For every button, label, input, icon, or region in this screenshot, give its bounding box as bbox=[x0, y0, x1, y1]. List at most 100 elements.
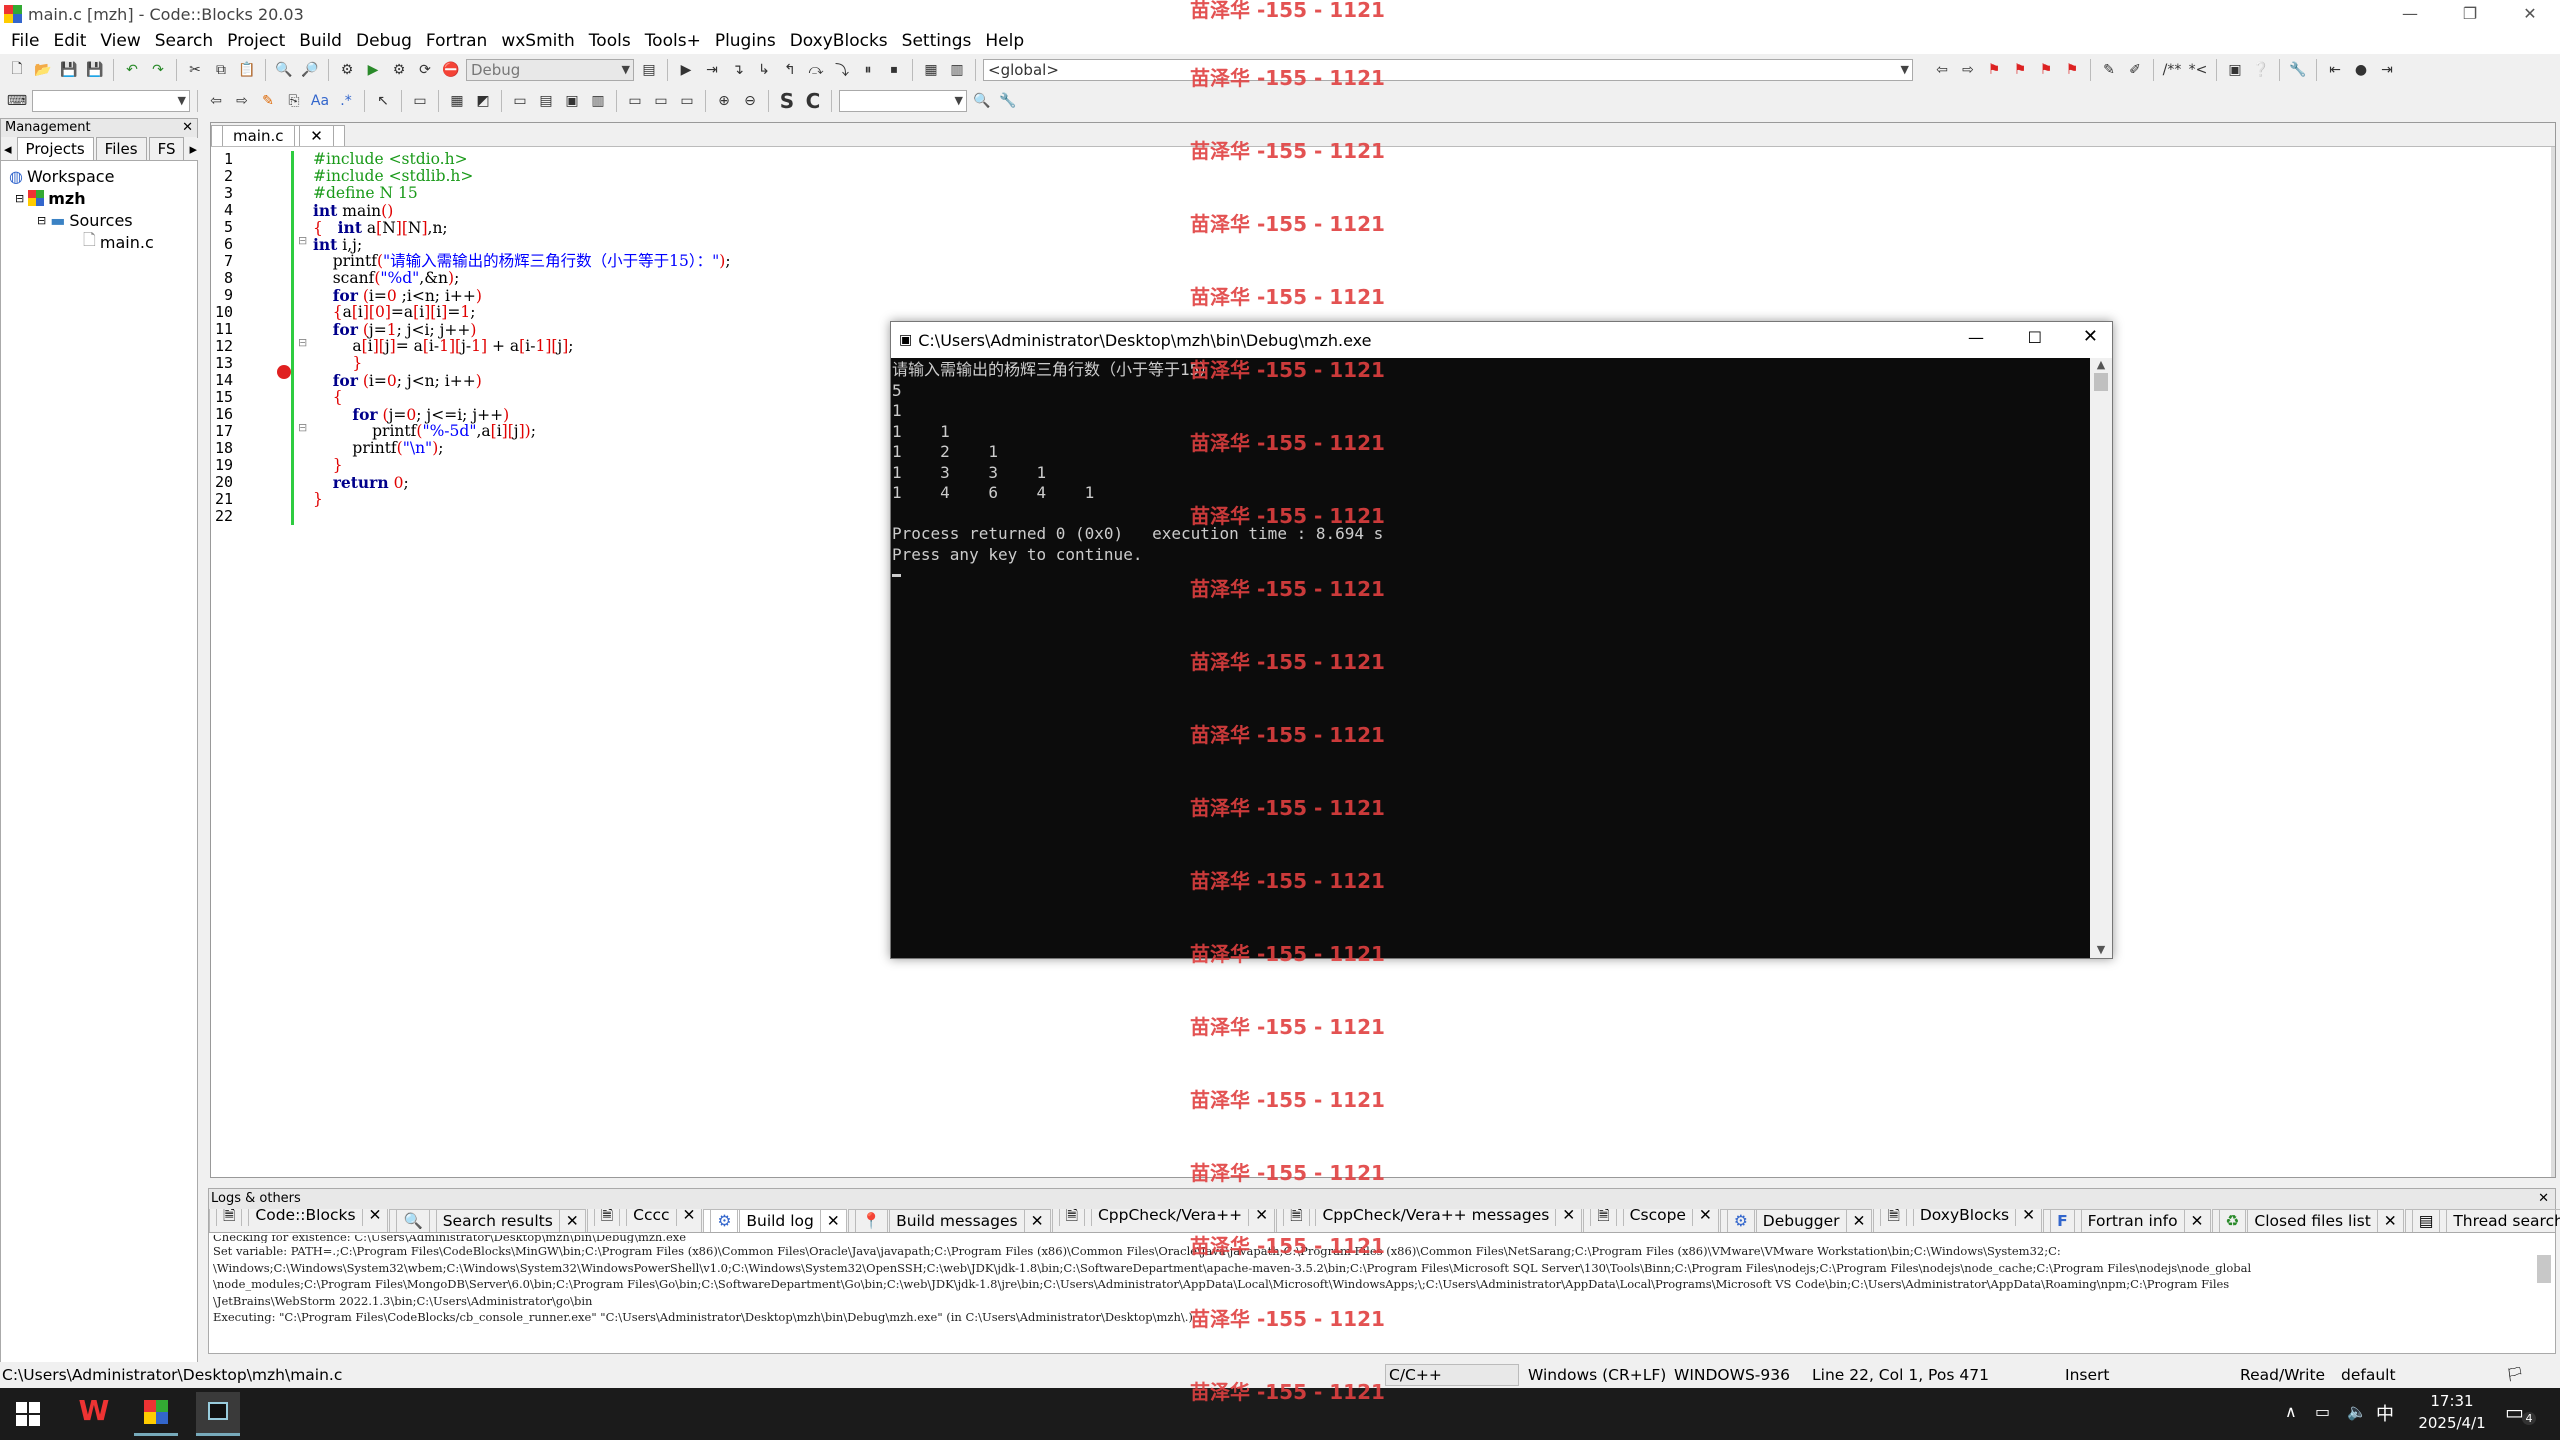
cut-icon[interactable]: ✂ bbox=[184, 59, 206, 81]
close-icon[interactable]: ✕ bbox=[2538, 1189, 2549, 1209]
console-scrollbar[interactable]: ▲ ▼ bbox=[2090, 358, 2112, 958]
collapse-icon[interactable]: ⊟ bbox=[15, 192, 24, 205]
next-bookmark-icon[interactable]: ⚑ bbox=[2035, 59, 2057, 81]
fold-icon[interactable]: ⊟ bbox=[298, 234, 307, 247]
console-taskbar-icon[interactable] bbox=[196, 1392, 240, 1436]
close-icon[interactable]: ✕ bbox=[182, 119, 193, 137]
match-case-icon[interactable]: Aa bbox=[309, 90, 331, 112]
menu-edit[interactable]: Edit bbox=[46, 31, 93, 51]
selected-text-icon[interactable]: ⎘ bbox=[283, 90, 305, 112]
zoom-out-icon[interactable]: ⊖ bbox=[739, 90, 761, 112]
tab-main-c[interactable]: main.c ✕ bbox=[211, 125, 345, 146]
logs-scrollbar[interactable] bbox=[2537, 1255, 2551, 1283]
build-target-select[interactable]: Debug ▼ bbox=[466, 59, 634, 81]
tab-fs[interactable]: FS bbox=[148, 137, 185, 160]
close-tab-icon[interactable]: ✕ bbox=[299, 125, 334, 146]
tree-folder-sources[interactable]: ⊟ ▬ Sources bbox=[1, 209, 197, 231]
tab-fortran-info[interactable]: F Fortran info ✕ bbox=[2043, 1209, 2211, 1232]
menu-project[interactable]: Project bbox=[220, 31, 292, 51]
copy-icon[interactable]: ⧉ bbox=[210, 59, 232, 81]
fold-icon[interactable]: ⊟ bbox=[298, 421, 307, 434]
tree-file-main-c[interactable]: 🗋 main.c bbox=[1, 230, 197, 253]
rebuild-icon[interactable]: ⟳ bbox=[414, 59, 436, 81]
step-out-icon[interactable]: ↰ bbox=[779, 59, 801, 81]
abort-icon[interactable]: ⛔ bbox=[440, 59, 462, 81]
clock-date[interactable]: 2025/4/1 bbox=[2412, 1414, 2492, 1432]
step-into-icon[interactable]: ↳ bbox=[753, 59, 775, 81]
console-output[interactable]: 请输入需输出的杨辉三角行数（小于等于15） 5 1 1 1 1 2 1 1 3 … bbox=[891, 358, 2090, 958]
ime-indicator[interactable]: 中 bbox=[2376, 1400, 2394, 1426]
jump-forward-icon[interactable]: ⇨ bbox=[1957, 59, 1979, 81]
back-arrow-icon[interactable]: ⇦ bbox=[205, 90, 227, 112]
jump-back-icon[interactable]: ⇦ bbox=[1931, 59, 1953, 81]
tab-search-results[interactable]: 🔍 Search results ✕ bbox=[389, 1209, 586, 1232]
chm-doc-icon[interactable]: ❔ bbox=[2250, 59, 2272, 81]
block-comment-icon[interactable]: /** bbox=[2161, 59, 2183, 81]
tab-build-messages[interactable]: 📍 Build messages ✕ bbox=[847, 1209, 1051, 1232]
menu-doxyblocks[interactable]: DoxyBlocks bbox=[783, 31, 895, 51]
step-into-instruction-icon[interactable]: ⤵ bbox=[831, 59, 853, 81]
target-options-icon[interactable]: ▤ bbox=[638, 59, 660, 81]
tab-files[interactable]: Files bbox=[95, 137, 147, 160]
html-doc-icon[interactable]: ▣ bbox=[2224, 59, 2246, 81]
find-icon[interactable]: 🔍 bbox=[273, 59, 295, 81]
line-comment-icon[interactable]: *< bbox=[2187, 59, 2209, 81]
goto-start-icon[interactable]: ⇤ bbox=[2324, 59, 2346, 81]
tree-project[interactable]: ⊟ mzh bbox=[1, 187, 197, 209]
fold-icon[interactable]: ⊟ bbox=[298, 336, 307, 349]
pointer-icon[interactable]: ↖ bbox=[372, 90, 394, 112]
c-icon[interactable]: C bbox=[802, 89, 824, 113]
menu-fortran[interactable]: Fortran bbox=[419, 31, 494, 51]
codeblocks-taskbar-icon[interactable] bbox=[134, 1394, 178, 1436]
widget1-icon[interactable]: ▭ bbox=[509, 90, 531, 112]
split-layout-icon[interactable]: ◩ bbox=[472, 90, 494, 112]
s-icon[interactable]: S bbox=[776, 89, 798, 113]
network-icon[interactable]: ▭ bbox=[2315, 1402, 2330, 1421]
menu-tools-plus[interactable]: Tools+ bbox=[638, 31, 708, 51]
menu-view[interactable]: View bbox=[93, 31, 147, 51]
run-icon[interactable]: ▶ bbox=[362, 59, 384, 81]
shape3-icon[interactable]: ▭ bbox=[676, 90, 698, 112]
menu-help[interactable]: Help bbox=[978, 31, 1031, 51]
build-run-icon[interactable]: ⚙ bbox=[388, 59, 410, 81]
editor-scrollbar[interactable] bbox=[2551, 147, 2555, 1177]
close-window-button[interactable]: ✕ bbox=[2500, 0, 2560, 28]
tab-scroll-right-icon[interactable]: ▸ bbox=[186, 138, 201, 160]
widget4-icon[interactable]: ▥ bbox=[587, 90, 609, 112]
search-combo[interactable]: ▼ bbox=[839, 90, 967, 112]
menu-tools[interactable]: Tools bbox=[582, 31, 638, 51]
widget2-icon[interactable]: ▤ bbox=[535, 90, 557, 112]
config-wrench-icon[interactable]: 🔧 bbox=[2287, 59, 2309, 81]
tab-build-log[interactable]: ⚙ Build log ✕ bbox=[703, 1209, 847, 1232]
menu-debug[interactable]: Debug bbox=[349, 31, 419, 51]
close-console-button[interactable]: ✕ bbox=[2083, 326, 2098, 347]
clock-time[interactable]: 17:31 bbox=[2412, 1392, 2492, 1410]
grid-layout-icon[interactable]: ▦ bbox=[446, 90, 468, 112]
shape1-icon[interactable]: ▭ bbox=[624, 90, 646, 112]
run-to-cursor-icon[interactable]: ⇥ bbox=[701, 59, 723, 81]
menu-file[interactable]: File bbox=[4, 31, 46, 51]
tray-expand-icon[interactable]: ∧ bbox=[2285, 1402, 2297, 1421]
replace-icon[interactable]: 🔎 bbox=[299, 59, 321, 81]
clear-bookmarks-icon[interactable]: ⚑ bbox=[2061, 59, 2083, 81]
stop-debug-icon[interactable]: ⏹ bbox=[883, 59, 905, 81]
next-instruction-icon[interactable]: ⤼ bbox=[805, 59, 827, 81]
minimize-button[interactable]: — bbox=[2380, 0, 2440, 28]
debug-start-icon[interactable]: ▶ bbox=[675, 59, 697, 81]
forward-arrow-icon[interactable]: ⇨ bbox=[231, 90, 253, 112]
collapse-icon[interactable]: ⊟ bbox=[37, 214, 46, 227]
frame-icon[interactable]: ▭ bbox=[409, 90, 431, 112]
breakpoint-icon[interactable] bbox=[277, 365, 291, 379]
start-windows-icon[interactable] bbox=[16, 1402, 40, 1426]
paste-icon[interactable]: 📋 bbox=[236, 59, 258, 81]
symbol-select[interactable]: ▼ bbox=[32, 90, 190, 112]
menu-search[interactable]: Search bbox=[148, 31, 220, 51]
search-icon[interactable]: 🔍 bbox=[971, 90, 993, 112]
record-icon[interactable]: ● bbox=[2350, 59, 2372, 81]
doxygen-icon[interactable]: ✐ bbox=[2124, 59, 2146, 81]
tab-closed-files[interactable]: ♻ Closed files list ✕ bbox=[2211, 1209, 2404, 1232]
save-all-icon[interactable]: 💾 bbox=[84, 59, 106, 81]
shape2-icon[interactable]: ▭ bbox=[650, 90, 672, 112]
minimize-button[interactable]: — bbox=[1968, 328, 1984, 347]
tree-workspace[interactable]: ◍ Workspace bbox=[1, 165, 197, 187]
